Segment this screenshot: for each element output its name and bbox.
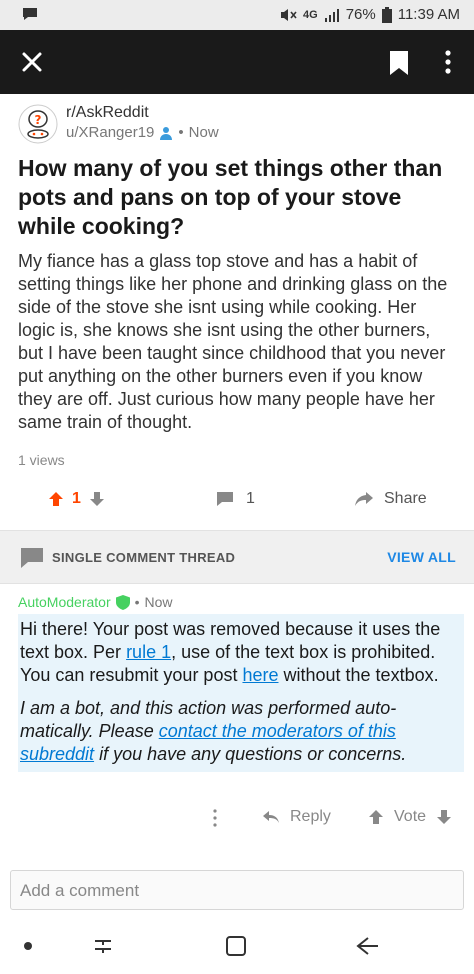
reply-button[interactable]: Reply: [262, 808, 331, 826]
recent-apps-icon[interactable]: [90, 934, 116, 958]
system-nav-bar: [0, 924, 474, 974]
reply-label: Reply: [290, 808, 331, 825]
view-count: 1 views: [18, 452, 65, 468]
meta-separator: •: [178, 124, 184, 141]
score: 1: [72, 490, 81, 507]
post-time: Now: [188, 124, 219, 141]
comment-bubble-icon: [217, 492, 233, 506]
reply-arrow-icon: [263, 811, 279, 823]
post-body: My fiance has a glass top stove and has …: [18, 251, 448, 432]
comment-text: without the textbox.: [278, 665, 439, 685]
share-label: Share: [384, 490, 427, 507]
comment-thread-icon: [21, 548, 43, 568]
comment-separator: •: [134, 594, 140, 610]
comment-paragraph: Hi there! Your post was removed because …: [20, 618, 462, 687]
vote-label: Vote: [394, 808, 427, 825]
comment-time: Now: [144, 594, 173, 610]
resubmit-here-link[interactable]: here: [242, 665, 278, 685]
add-comment-placeholder: Add a comment: [20, 881, 140, 900]
back-icon[interactable]: [354, 934, 382, 958]
comment-author[interactable]: AutoModerator: [18, 594, 111, 610]
comments-button[interactable]: 1: [216, 490, 255, 508]
comment-body: Hi there! Your post was removed because …: [18, 614, 464, 772]
post-meta: u/XRanger19 • Now: [66, 124, 219, 141]
status-right: 4G 76% 11:39 AM: [279, 6, 460, 23]
battery-icon: [381, 6, 392, 23]
message-notification-icon: [23, 8, 37, 20]
moderator-shield-icon: [115, 594, 130, 610]
bot-disclaimer: I am a bot, and this action was performe…: [20, 697, 462, 766]
add-comment-input[interactable]: Add a comment: [10, 870, 464, 910]
svg-text:?: ?: [35, 113, 42, 127]
view-all-link[interactable]: VIEW ALL: [387, 549, 456, 565]
downvote-arrow-icon[interactable]: [89, 491, 105, 507]
post-action-bar: 1 1 Share: [0, 486, 474, 516]
vote-control: 1: [48, 490, 105, 508]
subreddit-avatar-icon[interactable]: ?: [18, 104, 58, 144]
comment-action-bar: Reply Vote: [0, 804, 474, 832]
close-icon[interactable]: [18, 48, 46, 76]
comment-vote-control: Vote: [368, 808, 452, 826]
thread-label: SINGLE COMMENT THREAD: [52, 550, 236, 565]
network-type: 4G: [303, 8, 318, 21]
home-icon[interactable]: [224, 934, 248, 958]
single-comment-thread-bar: SINGLE COMMENT THREAD VIEW ALL: [0, 530, 474, 584]
comment-count: 1: [246, 490, 255, 507]
comment-text: if you have any questions or concerns.: [94, 744, 407, 764]
user-icon: [160, 126, 173, 140]
mute-icon: [281, 8, 297, 21]
comment-upvote-icon[interactable]: [368, 809, 384, 825]
battery-percent: 76%: [345, 6, 376, 23]
clock: 11:39 AM: [397, 6, 460, 23]
nav-dot-icon: [24, 942, 32, 950]
post-header: ? r/AskReddit u/XRanger19 • Now: [18, 104, 458, 144]
post-author[interactable]: u/XRanger19: [66, 124, 154, 141]
comment-downvote-icon[interactable]: [436, 809, 452, 825]
rule-1-link[interactable]: rule 1: [126, 642, 171, 662]
top-app-bar: [0, 30, 474, 94]
status-bar: 4G 76% 11:39 AM: [0, 0, 474, 30]
subreddit-name[interactable]: r/AskReddit: [66, 104, 149, 122]
more-vertical-icon[interactable]: [438, 48, 458, 76]
bookmark-icon[interactable]: [388, 50, 410, 76]
share-arrow-icon: [355, 492, 373, 506]
signal-icon: [324, 8, 339, 22]
share-button[interactable]: Share: [354, 490, 427, 508]
comment-header: AutoModerator • Now: [18, 594, 173, 610]
comment-more-icon[interactable]: [210, 808, 220, 828]
upvote-arrow-icon[interactable]: [48, 491, 64, 507]
post-title: How many of you set things other than po…: [18, 155, 443, 239]
